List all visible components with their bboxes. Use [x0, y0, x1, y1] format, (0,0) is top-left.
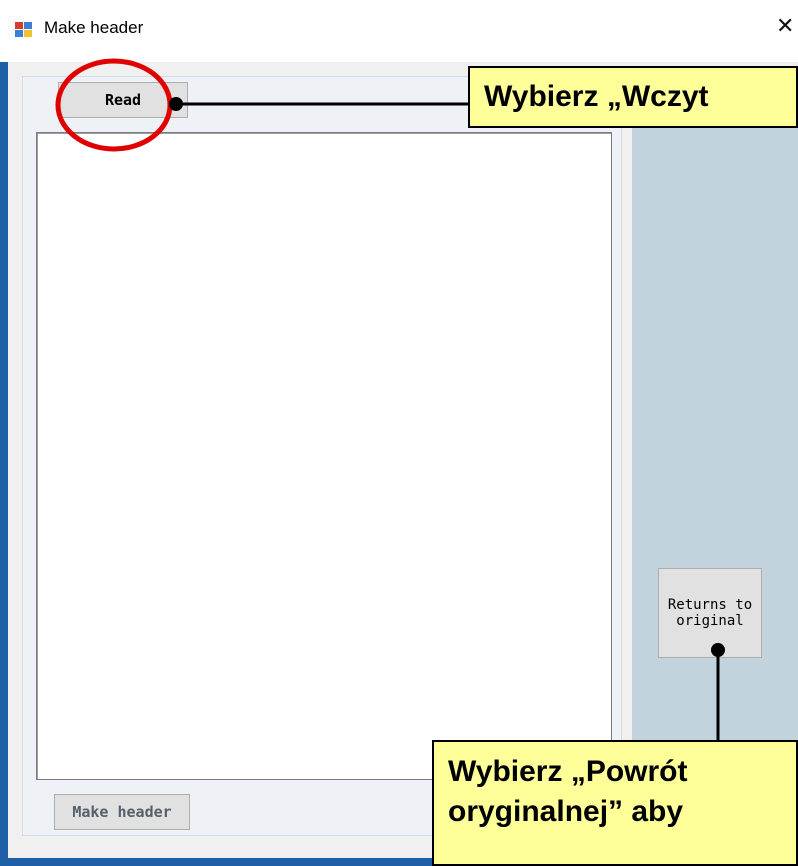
title-bar: Make header ✕: [0, 0, 798, 62]
returns-to-original-button[interactable]: Returns to original: [658, 568, 762, 658]
bottom-callout: Wybierz „Powrót oryginalnej” aby: [432, 740, 798, 866]
header-text-area[interactable]: [36, 132, 612, 780]
make-header-button[interactable]: Make header: [54, 794, 190, 830]
top-callout: Wybierz „Wczyt: [468, 66, 798, 128]
bottom-callout-line1: Wybierz „Powrót: [448, 755, 688, 788]
app-window: Make header ✕ Read Returns to original M…: [0, 0, 798, 866]
read-button[interactable]: Read: [58, 82, 188, 118]
close-icon[interactable]: ✕: [776, 12, 794, 42]
right-panel: [632, 76, 798, 836]
client-area: Read Returns to original Make header: [8, 62, 798, 858]
window-app-icon: [14, 20, 34, 40]
bottom-callout-line2: oryginalnej” aby: [448, 795, 684, 828]
window-title: Make header: [44, 18, 144, 37]
